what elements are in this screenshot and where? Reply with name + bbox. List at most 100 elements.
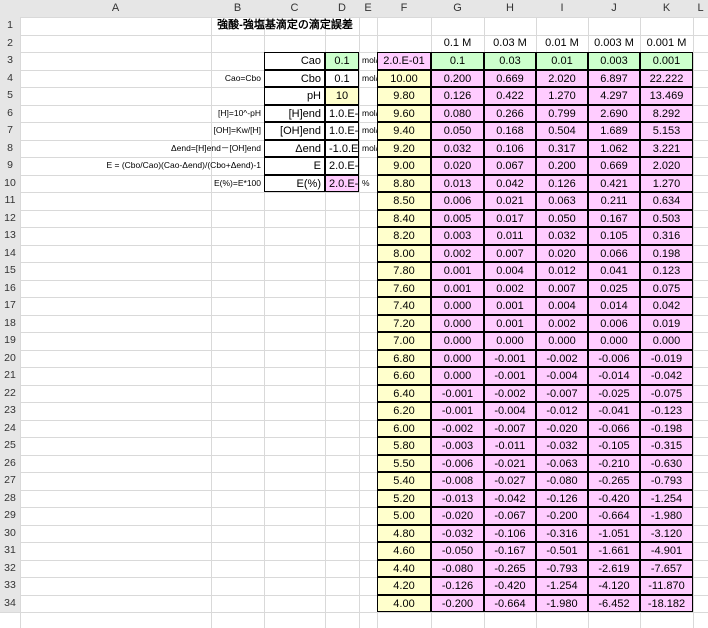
ph-value[interactable]: 7.60: [377, 279, 431, 297]
error-cell[interactable]: -7.657: [640, 559, 693, 577]
param-value[interactable]: 1.0.E-04: [325, 122, 359, 140]
param-label[interactable]: Cbo: [264, 69, 325, 87]
error-cell[interactable]: -1.254: [640, 489, 693, 507]
ph-value[interactable]: 7.80: [377, 262, 431, 280]
error-cell[interactable]: 0.000: [431, 314, 484, 332]
error-cell[interactable]: -0.501: [536, 542, 588, 560]
error-cell[interactable]: -0.008: [431, 472, 484, 490]
ph-value[interactable]: 9.20: [377, 139, 431, 157]
error-cell[interactable]: 0.421: [588, 174, 640, 192]
error-cell[interactable]: 0.017: [484, 209, 536, 227]
error-cell[interactable]: -6.452: [588, 594, 640, 612]
error-cell[interactable]: 0.105: [588, 227, 640, 245]
error-cell[interactable]: 0.002: [484, 279, 536, 297]
error-cell[interactable]: 0.126: [431, 87, 484, 105]
error-cell[interactable]: 0.032: [431, 139, 484, 157]
error-cell[interactable]: -0.793: [536, 559, 588, 577]
error-cell[interactable]: 3.221: [640, 139, 693, 157]
param-label[interactable]: Cao: [264, 52, 325, 70]
param-label[interactable]: [H]end: [264, 104, 325, 122]
ph-value[interactable]: 4.40: [377, 559, 431, 577]
error-cell[interactable]: 0.005: [431, 209, 484, 227]
error-cell[interactable]: 0.799: [536, 104, 588, 122]
error-cell[interactable]: -0.630: [640, 454, 693, 472]
error-cell[interactable]: -3.120: [640, 524, 693, 542]
error-cell[interactable]: 0.000: [640, 332, 693, 350]
error-cell[interactable]: 0.013: [431, 174, 484, 192]
row-header[interactable]: 33: [0, 577, 20, 595]
param-value[interactable]: 0.1: [325, 69, 359, 87]
error-cell[interactable]: 4.297: [588, 87, 640, 105]
row-header[interactable]: 15: [0, 262, 20, 280]
row-header[interactable]: 16: [0, 279, 20, 297]
error-cell[interactable]: -0.042: [484, 489, 536, 507]
error-cell[interactable]: 0.106: [484, 139, 536, 157]
error-cell[interactable]: 0.041: [588, 262, 640, 280]
error-cell[interactable]: 0.000: [431, 332, 484, 350]
error-cell[interactable]: -18.182: [640, 594, 693, 612]
error-cell[interactable]: -11.870: [640, 577, 693, 595]
row-header[interactable]: 10: [0, 174, 20, 192]
row-header[interactable]: 28: [0, 489, 20, 507]
row-header[interactable]: 9: [0, 157, 20, 175]
ph-value[interactable]: 8.00: [377, 244, 431, 262]
error-cell[interactable]: -0.019: [640, 349, 693, 367]
error-cell[interactable]: 0.042: [484, 174, 536, 192]
error-cell[interactable]: -0.012: [536, 402, 588, 420]
column-header-F[interactable]: F: [377, 0, 431, 17]
error-cell[interactable]: 0.168: [484, 122, 536, 140]
column-header-C[interactable]: C: [264, 0, 325, 17]
row-header[interactable]: 26: [0, 454, 20, 472]
error-cell[interactable]: -0.001: [431, 384, 484, 402]
conc-value[interactable]: 0.003: [588, 52, 640, 70]
error-cell[interactable]: 0.075: [640, 279, 693, 297]
error-cell[interactable]: 0.066: [588, 244, 640, 262]
row-header[interactable]: 31: [0, 542, 20, 560]
error-cell[interactable]: 0.200: [536, 157, 588, 175]
row-header[interactable]: 17: [0, 297, 20, 315]
error-cell[interactable]: 5.153: [640, 122, 693, 140]
error-cell[interactable]: 0.634: [640, 192, 693, 210]
select-all-corner[interactable]: [0, 0, 20, 17]
error-cell[interactable]: -0.013: [431, 489, 484, 507]
param-label[interactable]: E(%): [264, 174, 325, 192]
error-cell[interactable]: -1.661: [588, 542, 640, 560]
error-cell[interactable]: 0.004: [536, 297, 588, 315]
error-cell[interactable]: 0.123: [640, 262, 693, 280]
error-cell[interactable]: 1.270: [640, 174, 693, 192]
error-cell[interactable]: 0.000: [484, 332, 536, 350]
param-label[interactable]: Δend: [264, 139, 325, 157]
error-cell[interactable]: 0.000: [536, 332, 588, 350]
error-cell[interactable]: -1.980: [640, 507, 693, 525]
column-header-G[interactable]: G: [431, 0, 484, 17]
error-cell[interactable]: -0.001: [484, 349, 536, 367]
error-cell[interactable]: -0.020: [536, 419, 588, 437]
row-header[interactable]: 5: [0, 87, 20, 105]
error-cell[interactable]: -0.126: [536, 489, 588, 507]
error-cell[interactable]: -0.050: [431, 542, 484, 560]
error-cell[interactable]: -0.080: [536, 472, 588, 490]
ph-value[interactable]: 8.20: [377, 227, 431, 245]
conc-header[interactable]: 0.001 M: [640, 35, 693, 53]
error-cell[interactable]: -0.063: [536, 454, 588, 472]
spreadsheet-grid[interactable]: A B C D E F G H I J K L 1 2 3 4 5 6 7 8 9 10 11 12 13 14 15 16 17 18 1…: [0, 0, 708, 628]
error-cell[interactable]: 0.211: [588, 192, 640, 210]
error-cell[interactable]: -0.032: [431, 524, 484, 542]
error-cell[interactable]: 0.025: [588, 279, 640, 297]
error-cell[interactable]: -0.265: [484, 559, 536, 577]
column-header-L[interactable]: L: [693, 0, 708, 17]
error-cell[interactable]: -0.001: [484, 367, 536, 385]
error-cell[interactable]: 0.317: [536, 139, 588, 157]
row-header[interactable]: 24: [0, 419, 20, 437]
error-cell[interactable]: -0.664: [484, 594, 536, 612]
error-cell[interactable]: -0.004: [484, 402, 536, 420]
error-cell[interactable]: 0.000: [588, 332, 640, 350]
error-cell[interactable]: 0.050: [536, 209, 588, 227]
conc-header[interactable]: 0.03 M: [484, 35, 536, 53]
row-header[interactable]: 2: [0, 34, 20, 52]
error-cell[interactable]: 0.002: [431, 244, 484, 262]
error-cell[interactable]: 0.001: [484, 314, 536, 332]
row-header[interactable]: 29: [0, 507, 20, 525]
ph-value[interactable]: 9.80: [377, 87, 431, 105]
param-label[interactable]: [OH]end: [264, 122, 325, 140]
